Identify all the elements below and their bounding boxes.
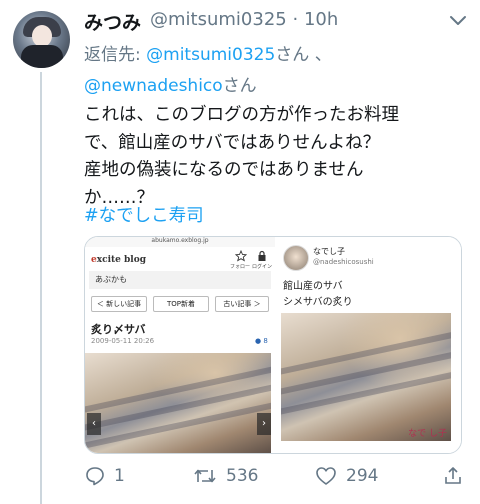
mackerel-photo [85,353,271,453]
replying-to-line-2: @newnadeshicoさん [84,71,257,96]
media-attachment[interactable]: abukamo.exblog.jp excite blog フォロー ログイン … [84,236,462,454]
prev-image-icon: ‹ [87,413,101,435]
replying-to: 返信先: @mitsumi0325さん 、 [84,40,332,65]
follow-label: フォロー [230,264,251,270]
tweet-text-line: で、館山産のサバではありせんよね？ [84,132,381,153]
chevron-down-icon[interactable] [448,14,468,28]
lock-icon [257,250,267,262]
reply-san-2: さん [222,76,257,96]
retweet-count: 536 [226,466,259,486]
watermark: なで し子 [408,429,447,439]
browser-url: abukamo.exblog.jp [85,237,275,247]
blog-name: あぶかも [89,271,271,289]
media-image-nadeshico[interactable]: なでし子 @nadeshicosushi 館山産のサバ シメサバの炙り なで し… [277,237,461,453]
comment-count-value: 8 [263,337,268,345]
top-new-button: TOP新着 [153,296,209,312]
tweet-text-line: これは、このブログの方が作ったお料理 [84,105,399,125]
avatar[interactable] [13,11,70,68]
reply-join: 、 [314,45,332,65]
heart-icon [314,465,338,487]
display-name[interactable]: みつみ [84,8,141,35]
action-bar: 1 536 294 [84,458,464,494]
nadeshico-name: なでし子 [313,247,345,256]
reply-prefix: 返信先: [84,45,147,65]
excite-blog-logo: excite blog [91,255,146,265]
comment-bubble-icon: ● [255,337,262,345]
nadeshico-handle: @nadeshicosushi [313,258,374,266]
caption-line-2: シメサバの炙り [283,297,353,308]
retweet-icon [192,465,218,487]
reply-count: 1 [114,466,125,486]
like-count: 294 [346,466,379,486]
caption-line-1: 館山産のサバ [283,281,343,292]
like-button[interactable]: 294 [314,458,378,494]
user-handle[interactable]: @mitsumi0325 [150,9,287,30]
excite-logo-rest: xcite blog [96,255,147,265]
post-date: 2009-05-11 20:26 [91,337,155,345]
nadeshico-avatar [283,245,309,271]
tweet-time[interactable]: 10h [304,9,338,30]
mackerel-photo-2: なで し子 [281,313,451,441]
login-label: ログイン [252,264,273,270]
separator-dot: · [292,9,299,30]
thread-line [40,72,42,504]
retweet-button[interactable]: 536 [192,458,258,494]
tweet-text: これは、このブログの方が作ったお料理 で、館山産のサバではありせんよね？ 産地の… [84,102,474,212]
share-button[interactable] [442,458,464,494]
hashtag-link[interactable]: #なでしこ寿司 [84,202,204,227]
newer-post-button: ＜ 新しい記事 [91,296,147,312]
handle-and-time: @mitsumi0325 · 10h [150,9,338,30]
tweet-text-line: 産地の偽装になるのではありません [84,160,364,180]
reply-san-1: さん [275,45,310,65]
reply-icon [84,465,106,487]
share-icon [442,465,464,487]
comment-count: ● 8 [255,337,268,345]
reply-mention-2[interactable]: @newnadeshico [84,76,223,96]
next-image-icon: › [257,413,271,435]
star-icon [235,250,247,262]
reply-button[interactable]: 1 [84,458,125,494]
media-image-blog-screenshot[interactable]: abukamo.exblog.jp excite blog フォロー ログイン … [85,237,277,453]
post-title: 炙り〆サバ [91,323,146,336]
older-post-button: 古い記事 ＞ [215,296,269,312]
reply-mention-1[interactable]: @mitsumi0325 [146,45,275,65]
